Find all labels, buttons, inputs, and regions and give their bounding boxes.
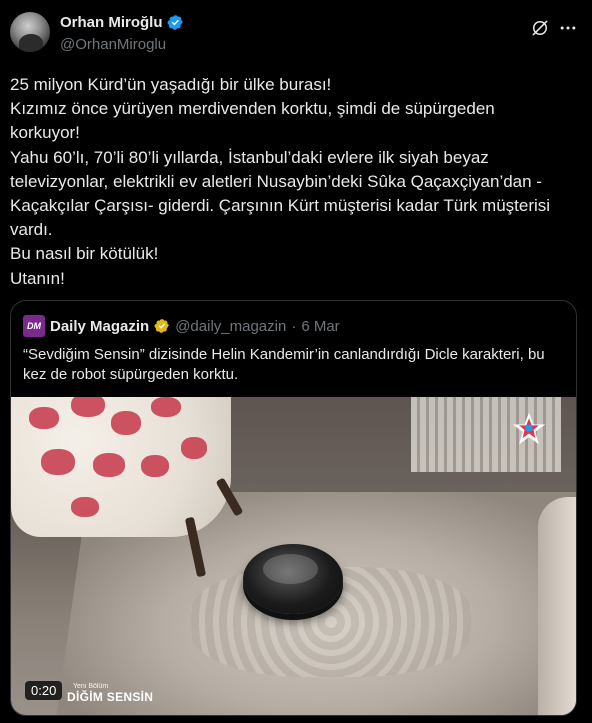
- tweet-text: 25 milyon Kürd’ün yaşadığı bir ülke bura…: [10, 73, 580, 291]
- tweet-line: vardı.: [10, 220, 53, 240]
- chair-pattern: [71, 397, 105, 417]
- video-caption-small: Yeni Bölüm: [73, 683, 109, 690]
- tweet-line: korkuyor!: [10, 123, 80, 143]
- quoted-tweet-header: DM Daily Magazin @daily_magazin · 6 Mar: [23, 315, 340, 337]
- quoted-author-handle[interactable]: @daily_magazin: [175, 318, 286, 335]
- chair-pattern: [93, 453, 125, 477]
- quoted-author-name[interactable]: Daily Magazin: [50, 318, 149, 335]
- video-caption-title: DİĞİM SENSİN: [67, 690, 154, 704]
- robot-vacuum-shine: [263, 554, 318, 584]
- video-scene-curtain: [538, 497, 576, 715]
- chair-seat: [11, 397, 231, 537]
- more-icon[interactable]: [558, 18, 578, 38]
- author-name-row[interactable]: Orhan Miroğlu: [60, 14, 184, 31]
- chair-pattern: [151, 397, 181, 417]
- tweet-line: Utanın!: [10, 268, 65, 288]
- chair-pattern: [111, 411, 141, 435]
- tweet-line: televizyonlar, elektrikli ev aletleri Nu…: [10, 171, 542, 191]
- chair-pattern: [41, 449, 75, 475]
- tweet-line: Yahu 60’lı, 70’li 80’li yıllarda, İstanb…: [10, 147, 489, 167]
- chair-pattern: [71, 497, 99, 517]
- video-player[interactable]: Yeni Bölüm DİĞİM SENSİN 0:20: [11, 397, 576, 715]
- star-tv-logo-icon: [512, 412, 546, 445]
- tweet-line: 25 milyon Kürd’ün yaşadığı bir ülke bura…: [10, 75, 332, 94]
- quoted-tweet-date[interactable]: 6 Mar: [301, 318, 339, 335]
- chair-pattern: [181, 437, 207, 459]
- author-avatar[interactable]: [10, 12, 50, 52]
- quoted-author-avatar[interactable]: DM: [23, 315, 45, 337]
- video-duration: 0:20: [25, 681, 63, 700]
- tweet-line: Bu nasıl bir kötülük!: [10, 244, 159, 264]
- author-name[interactable]: Orhan Miroğlu: [60, 14, 163, 31]
- robot-vacuum: [243, 544, 343, 614]
- author-handle[interactable]: @OrhanMiroglu: [60, 36, 166, 53]
- chair-pattern: [141, 455, 169, 477]
- tweet-header: Orhan Miroğlu @OrhanMiroglu: [10, 10, 578, 60]
- tweet-line: Kızımız önce yürüyen merdivenden korktu,…: [10, 99, 495, 119]
- verified-badge-icon: [167, 15, 183, 30]
- separator-dot: ·: [291, 317, 297, 335]
- quoted-tweet-text: “Sevdiğim Sensin” dizisinde Helin Kandem…: [23, 346, 545, 383]
- quoted-tweet[interactable]: DM Daily Magazin @daily_magazin · 6 Mar …: [10, 300, 577, 716]
- verified-badge-icon: [154, 319, 170, 333]
- grok-icon[interactable]: [530, 18, 550, 38]
- chair-pattern: [29, 407, 59, 429]
- tweet-line: Kaçakçılar Çarşısı- giderdi. Çarşının Kü…: [10, 196, 551, 216]
- video-scene-chair: [11, 397, 244, 578]
